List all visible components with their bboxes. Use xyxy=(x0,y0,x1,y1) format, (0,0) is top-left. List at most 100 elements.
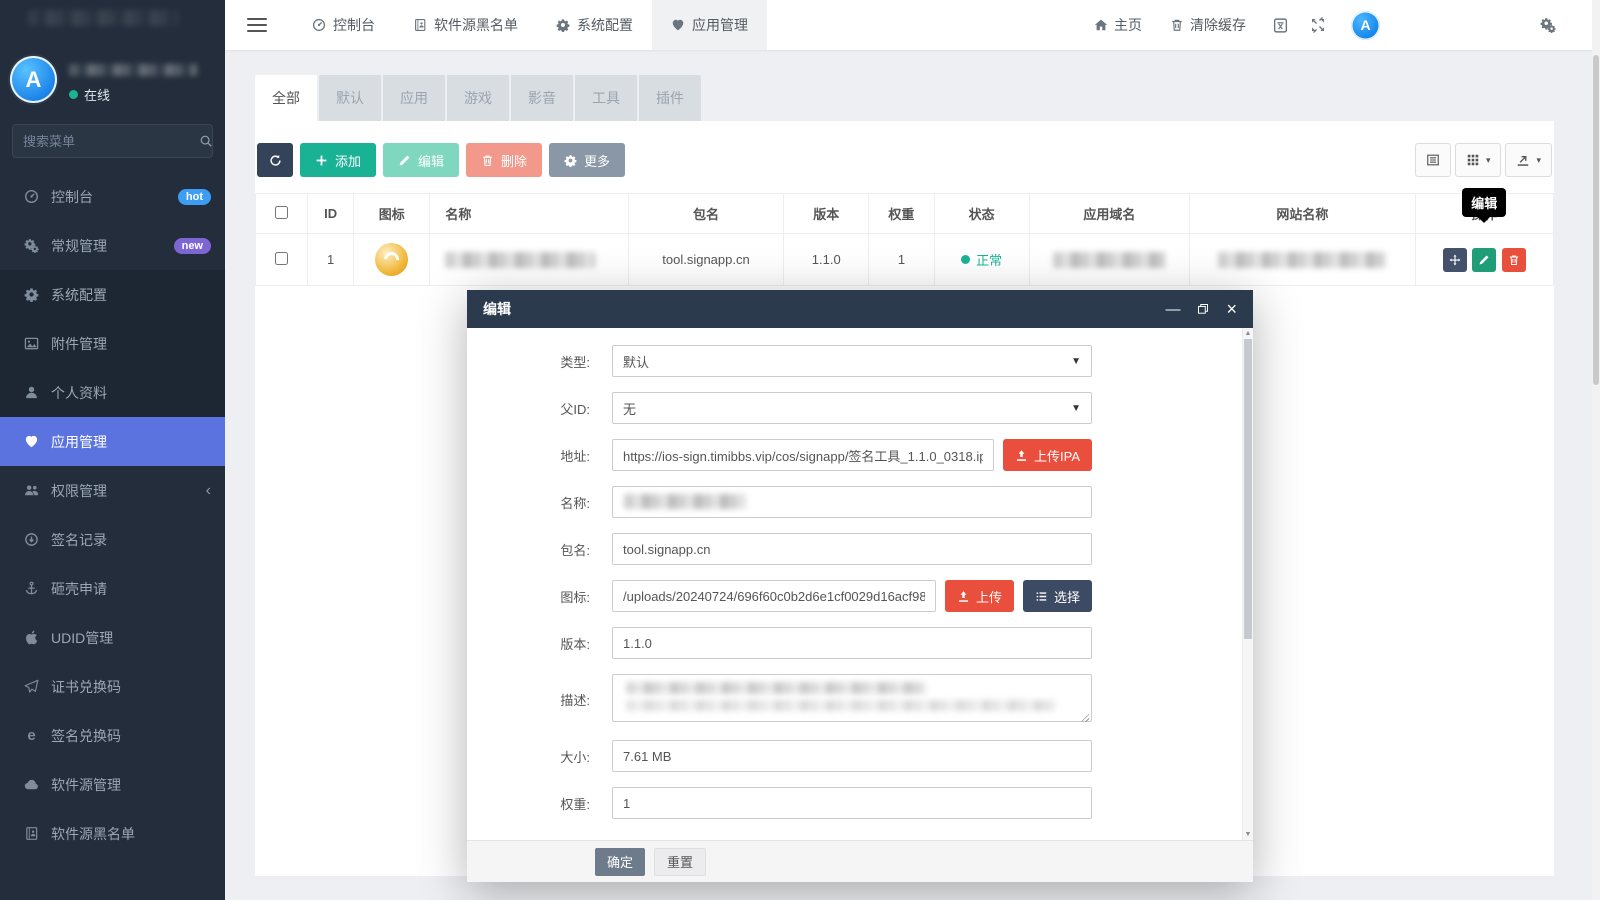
sidebar-item-cert-codes[interactable]: 证书兑换码 xyxy=(0,662,225,711)
dialog-titlebar[interactable]: 编辑 — × xyxy=(467,290,1253,328)
sidebar-item-udid-management[interactable]: UDID管理 xyxy=(0,613,225,662)
col-weight: 权重 xyxy=(869,194,934,234)
col-app-domain: 应用域名 xyxy=(1029,194,1189,234)
edit-tooltip: 编辑 xyxy=(1462,188,1506,217)
upload-icon-button[interactable]: 上传 xyxy=(945,580,1014,612)
export-icon xyxy=(1516,153,1530,167)
gauge-icon xyxy=(312,18,326,32)
tab-apps[interactable]: 应用 xyxy=(383,75,445,121)
table-row: 1 tool.signapp.cn 1.1.0 1 正常 编辑 xyxy=(256,234,1554,286)
table-header-row: ID 图标 名称 包名 版本 权重 状态 应用域名 网站名称 操作 xyxy=(256,194,1554,234)
close-button[interactable]: × xyxy=(1226,300,1237,318)
row-checkbox[interactable] xyxy=(275,252,288,265)
sidebar-item-source-blacklist[interactable]: 软件源黑名单 xyxy=(0,809,225,858)
confirm-button[interactable]: 确定 xyxy=(595,848,645,876)
caret-down-icon: ▾ xyxy=(1536,155,1541,166)
row-delete-button[interactable] xyxy=(1502,248,1526,272)
menu-search-input[interactable] xyxy=(23,134,199,149)
clear-cache-link[interactable]: 清除缓存 xyxy=(1170,15,1246,35)
page-scrollbar[interactable] xyxy=(1592,0,1600,900)
url-input[interactable] xyxy=(612,439,994,471)
sidebar-item-shell-requests[interactable]: 砸壳申请 xyxy=(0,564,225,613)
type-select[interactable]: 默认▼ xyxy=(612,345,1092,377)
home-icon xyxy=(1094,18,1108,32)
address-book-icon xyxy=(413,18,427,32)
reset-button[interactable]: 重置 xyxy=(654,848,706,876)
language-button[interactable] xyxy=(1272,17,1289,34)
navtab-system-config[interactable]: 系统配置 xyxy=(537,0,652,50)
tab-media[interactable]: 影音 xyxy=(511,75,573,121)
add-button[interactable]: 添加 xyxy=(300,143,376,177)
home-link[interactable]: 主页 xyxy=(1094,15,1142,35)
sidebar-item-general-management[interactable]: 常规管理 new xyxy=(0,221,225,270)
weight-input[interactable] xyxy=(612,787,1092,819)
upload-icon xyxy=(1015,449,1028,462)
sidebar-item-permissions[interactable]: 权限管理 ‹ xyxy=(0,466,225,515)
navtab-source-blacklist[interactable]: 软件源黑名单 xyxy=(394,0,537,50)
version-input[interactable] xyxy=(612,627,1092,659)
dialog-scrollbar[interactable]: ▲ ▼ xyxy=(1242,328,1253,840)
app-name-blurred xyxy=(445,252,595,268)
upload-ipa-button[interactable]: 上传IPA xyxy=(1003,439,1092,471)
hamburger-menu-icon[interactable] xyxy=(247,14,267,36)
edit-button[interactable]: 编辑 xyxy=(383,143,459,177)
navtab-dashboard[interactable]: 控制台 xyxy=(293,0,394,50)
col-id: ID xyxy=(308,194,354,234)
package-input[interactable] xyxy=(612,533,1092,565)
settings-button[interactable] xyxy=(1540,17,1556,33)
sidebar-item-software-sources[interactable]: 软件源管理 xyxy=(0,760,225,809)
sidebar-item-attachments[interactable]: 附件管理 xyxy=(0,319,225,368)
dialog-title: 编辑 xyxy=(483,299,511,319)
sidebar-item-app-management[interactable]: 应用管理 xyxy=(0,417,225,466)
columns-button[interactable]: ▾ xyxy=(1455,143,1502,177)
drag-move-button[interactable] xyxy=(1443,248,1467,272)
user-avatar[interactable]: A xyxy=(1351,11,1380,40)
online-dot xyxy=(69,90,78,99)
caret-down-icon: ▼ xyxy=(1071,356,1081,367)
parent-id-select[interactable]: 无▼ xyxy=(612,392,1092,424)
app-domain-blurred xyxy=(1053,252,1165,268)
sidebar-menu: 控制台 hot 常规管理 new 系统配置 附件管理 个人资料 应用管理 权限管… xyxy=(0,172,225,858)
icon-path-input[interactable] xyxy=(612,580,936,612)
table-toolbar: 添加 编辑 删除 更多 ▾ ▾ xyxy=(255,121,1554,193)
category-tabs: 全部 默认 应用 游戏 影音 工具 插件 xyxy=(255,75,1554,121)
more-button[interactable]: 更多 xyxy=(549,143,625,177)
refresh-button[interactable] xyxy=(257,143,293,177)
scroll-up-icon[interactable]: ▲ xyxy=(1243,330,1253,337)
tab-tools[interactable]: 工具 xyxy=(575,75,637,121)
navtab-app-management[interactable]: 应用管理 xyxy=(652,0,767,50)
image-icon xyxy=(24,336,39,351)
sidebar: A 在线 控制台 hot 常规管理 new 系统配置 附件管理 个 xyxy=(0,0,225,900)
delete-button[interactable]: 删除 xyxy=(466,143,542,177)
page-scrollbar-thumb[interactable] xyxy=(1593,55,1599,385)
heart-icon xyxy=(24,434,39,449)
pencil-icon xyxy=(1478,254,1490,266)
tab-all[interactable]: 全部 xyxy=(255,75,317,121)
export-button[interactable]: ▾ xyxy=(1505,143,1552,177)
tab-games[interactable]: 游戏 xyxy=(447,75,509,121)
select-all-checkbox[interactable] xyxy=(275,206,288,219)
sidebar-item-sign-codes[interactable]: e 签名兑换码 xyxy=(0,711,225,760)
sidebar-item-system-config[interactable]: 系统配置 xyxy=(0,270,225,319)
scroll-down-icon[interactable]: ▼ xyxy=(1243,831,1253,838)
search-icon xyxy=(199,134,213,148)
detail-view-button[interactable] xyxy=(1415,143,1451,177)
status-badge: 正常 xyxy=(961,250,1002,269)
sidebar-item-profile[interactable]: 个人资料 xyxy=(0,368,225,417)
arrow-circle-down-icon xyxy=(24,532,39,547)
row-package: tool.signapp.cn xyxy=(628,234,783,286)
tab-plugins[interactable]: 插件 xyxy=(639,75,701,121)
sidebar-item-sign-records[interactable]: 签名记录 xyxy=(0,515,225,564)
sidebar-item-dashboard[interactable]: 控制台 hot xyxy=(0,172,225,221)
edit-dialog: 编辑 — × 类型: 默认▼ 父ID: 无▼ 地址: 上传IPA 名称: 包名: xyxy=(467,290,1253,882)
choose-icon-button[interactable]: 选择 xyxy=(1023,580,1092,612)
fullscreen-button[interactable] xyxy=(1310,17,1326,33)
size-input[interactable] xyxy=(612,740,1092,772)
minimize-button[interactable]: — xyxy=(1165,302,1180,317)
anchor-icon xyxy=(24,581,39,596)
tab-default[interactable]: 默认 xyxy=(319,75,381,121)
scrollbar-thumb[interactable] xyxy=(1244,339,1252,639)
restore-button[interactable] xyxy=(1197,303,1209,315)
row-edit-button[interactable] xyxy=(1472,248,1496,272)
col-package: 包名 xyxy=(628,194,783,234)
